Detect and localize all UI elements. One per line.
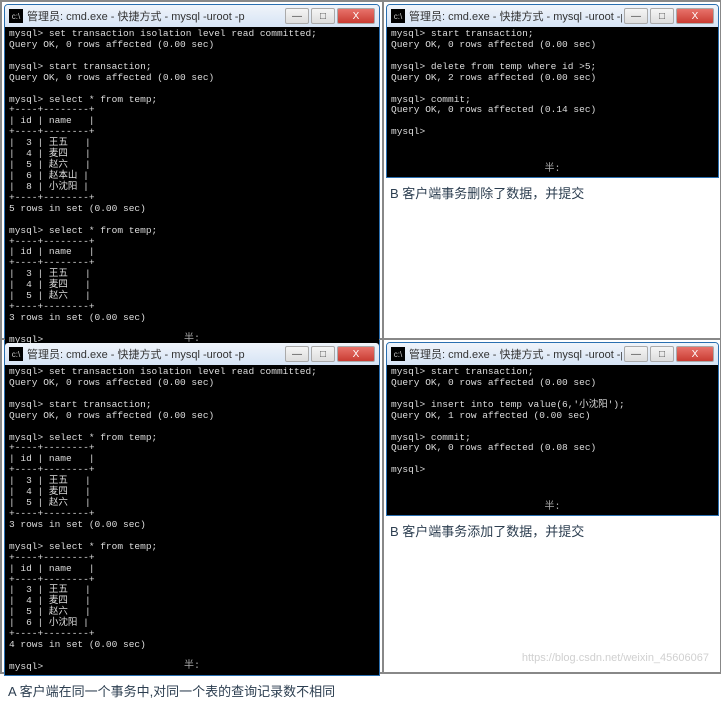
minimize-button[interactable]: —	[285, 8, 309, 24]
cmd-icon: c:\	[9, 9, 23, 23]
caption-a2: A 客户端在同一个事务中,对同一个表的查询记录数不相同	[4, 676, 380, 705]
maximize-button[interactable]: □	[311, 346, 335, 362]
console-text: mysql> start transaction; Query OK, 0 ro…	[391, 28, 596, 137]
minimize-button[interactable]: —	[285, 346, 309, 362]
maximize-button[interactable]: □	[650, 8, 674, 24]
maximize-button[interactable]: □	[650, 346, 674, 362]
window-controls: — □ X	[283, 8, 375, 24]
console-text: mysql> set transaction isolation level r…	[9, 28, 317, 345]
titlebar[interactable]: c:\ 管理员: cmd.exe - 快捷方式 - mysql -uroot -…	[387, 5, 718, 27]
minimize-button[interactable]: —	[624, 8, 648, 24]
window-controls: — □ X	[622, 346, 714, 362]
watermark: https://blog.csdn.net/weixin_45606067	[522, 652, 709, 664]
cmd-icon: c:\	[391, 9, 405, 23]
console-output[interactable]: mysql> start transaction; Query OK, 0 ro…	[387, 365, 718, 515]
window-title: 管理员: cmd.exe - 快捷方式 - mysql -uroot -p	[409, 346, 622, 362]
console-text: mysql> set transaction isolation level r…	[9, 366, 317, 672]
close-button[interactable]: X	[676, 8, 714, 24]
terminal-window-b1: c:\ 管理员: cmd.exe - 快捷方式 - mysql -uroot -…	[386, 4, 719, 178]
close-button[interactable]: X	[676, 346, 714, 362]
cell-a1: c:\ 管理员: cmd.exe - 快捷方式 - mysql -uroot -…	[1, 1, 383, 339]
titlebar[interactable]: c:\ 管理员: cmd.exe - 快捷方式 - mysql -uroot -…	[5, 343, 379, 365]
window-title: 管理员: cmd.exe - 快捷方式 - mysql -uroot -p	[409, 8, 622, 24]
terminal-window-a2: c:\ 管理员: cmd.exe - 快捷方式 - mysql -uroot -…	[4, 342, 380, 676]
titlebar[interactable]: c:\ 管理员: cmd.exe - 快捷方式 - mysql -uroot -…	[387, 343, 718, 365]
caption-b1: B 客户端事务删除了数据，并提交	[386, 178, 719, 208]
titlebar[interactable]: c:\ 管理员: cmd.exe - 快捷方式 - mysql -uroot -…	[5, 5, 379, 27]
console-output[interactable]: mysql> start transaction; Query OK, 0 ro…	[387, 27, 718, 177]
minimize-button[interactable]: —	[624, 346, 648, 362]
console-output[interactable]: mysql> set transaction isolation level r…	[5, 365, 379, 675]
scroll-hint: 半:	[544, 502, 560, 514]
close-button[interactable]: X	[337, 346, 375, 362]
cell-a2: c:\ 管理员: cmd.exe - 快捷方式 - mysql -uroot -…	[1, 339, 383, 673]
maximize-button[interactable]: □	[311, 8, 335, 24]
cmd-icon: c:\	[9, 347, 23, 361]
terminal-window-a1: c:\ 管理员: cmd.exe - 快捷方式 - mysql -uroot -…	[4, 4, 380, 349]
console-output[interactable]: mysql> set transaction isolation level r…	[5, 27, 379, 348]
caption-b2: B 客户端事务添加了数据，并提交	[386, 516, 719, 546]
window-title: 管理员: cmd.exe - 快捷方式 - mysql -uroot -p	[27, 346, 283, 362]
scroll-hint: 半:	[544, 164, 560, 176]
window-controls: — □ X	[622, 8, 714, 24]
cmd-icon: c:\	[391, 347, 405, 361]
comparison-grid: c:\ 管理员: cmd.exe - 快捷方式 - mysql -uroot -…	[0, 0, 721, 674]
cell-b1: c:\ 管理员: cmd.exe - 快捷方式 - mysql -uroot -…	[383, 1, 721, 339]
cell-b2: c:\ 管理员: cmd.exe - 快捷方式 - mysql -uroot -…	[383, 339, 721, 673]
scroll-hint: 半:	[184, 661, 200, 673]
console-text: mysql> start transaction; Query OK, 0 ro…	[391, 366, 625, 475]
close-button[interactable]: X	[337, 8, 375, 24]
window-title: 管理员: cmd.exe - 快捷方式 - mysql -uroot -p	[27, 8, 283, 24]
terminal-window-b2: c:\ 管理员: cmd.exe - 快捷方式 - mysql -uroot -…	[386, 342, 719, 516]
window-controls: — □ X	[283, 346, 375, 362]
